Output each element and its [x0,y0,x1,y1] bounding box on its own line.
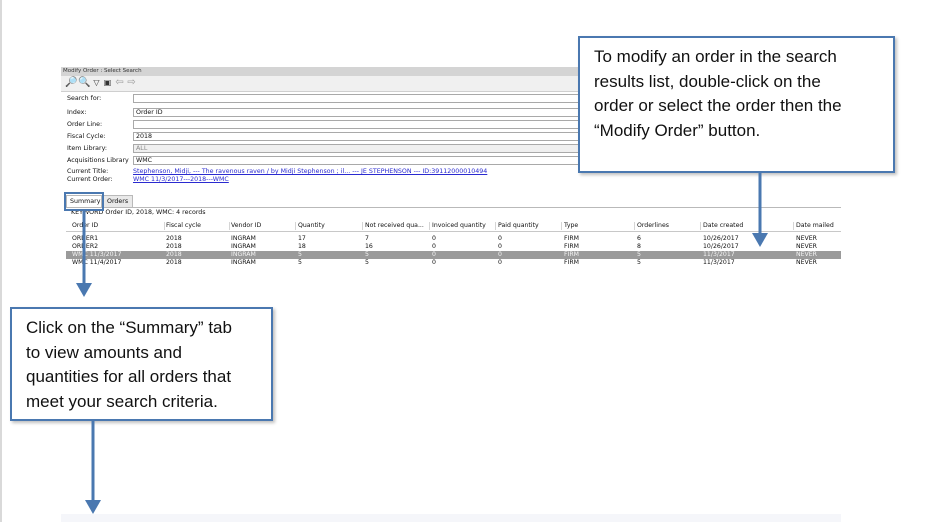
callout-line: to view amounts and [26,342,182,362]
cell-date-created: 10/26/2017 [703,243,739,250]
cell-type: FIRM [564,259,580,266]
table-row-selected[interactable]: WMC 11/3/2017 2018 INGRAM 5 5 0 0 FIRM 5… [66,251,841,259]
fiscal-cycle-input[interactable]: 2018 [133,132,593,141]
index-select[interactable]: Order ID [133,108,593,117]
tab-orders[interactable]: Orders [103,195,133,207]
cell-order-id: ORDER2 [72,243,99,250]
results-table: Order ID Fiscal cycle Vendor ID Quantity… [66,220,841,280]
cell-fiscal-cycle: 2018 [166,243,182,250]
header-vendor-id[interactable]: Vendor ID [231,220,261,231]
cell-not-received: 7 [365,235,369,242]
cell-orderlines: 5 [637,259,641,266]
cell-date-created: 10/26/2017 [703,235,739,242]
cell-invoiced: 0 [432,243,436,250]
cell-order-id: WMC 11/4/2017 [72,259,122,266]
cell-fiscal-cycle: 2018 [166,235,182,242]
cell-quantity: 5 [298,259,302,266]
page-left-rule [0,0,2,522]
acq-library-select[interactable]: WMC [133,156,593,165]
acq-library-label: Acquisitions Library [67,157,129,164]
header-quantity[interactable]: Quantity [298,220,325,231]
cell-invoiced: 0 [432,235,436,242]
callout-summary-tab: Click on the “Summary” tab to view amoun… [10,307,273,421]
forward-arrow-icon[interactable]: ⇨ [126,77,137,89]
cell-quantity: 5 [298,251,302,258]
cell-orderlines: 6 [637,235,641,242]
current-order-link[interactable]: WMC 11/3/2017---2018---WMC [133,175,229,185]
header-date-mailed[interactable]: Date mailed [796,220,834,231]
cell-vendor-id: INGRAM [231,243,256,250]
table-row[interactable]: ORDER2 2018 INGRAM 18 16 0 0 FIRM 8 10/2… [66,243,841,251]
cell-quantity: 17 [298,235,306,242]
cell-date-mailed: NEVER [796,259,817,266]
callout-line: results list, double-click on the [594,71,821,91]
callout-line: To modify an order in the search [594,47,837,66]
table-row[interactable]: WMC 11/4/2017 2018 INGRAM 5 5 0 0 FIRM 5… [66,259,841,267]
table-header: Order ID Fiscal cycle Vendor ID Quantity… [66,220,841,232]
callout-line: “Modify Order” button. [594,120,761,140]
binoculars-icon[interactable]: 🔎 [65,77,77,89]
header-paid-quantity[interactable]: Paid quantity [498,220,539,231]
index-label: Index: [67,109,87,116]
cell-date-mailed: NEVER [796,235,817,242]
header-fiscal-cycle[interactable]: Fiscal cycle [166,220,201,231]
cell-invoiced: 0 [432,259,436,266]
cell-type: FIRM [564,235,580,242]
cell-fiscal-cycle: 2018 [166,259,182,266]
cell-date-created: 11/3/2017 [703,259,735,266]
cell-paid: 0 [498,235,502,242]
cell-vendor-id: INGRAM [231,259,256,266]
summary-tab-highlight [64,192,104,211]
cell-type: FIRM [564,243,580,250]
next-screenshot-edge [61,514,841,522]
filter-icon[interactable]: ▽ [91,77,102,89]
cell-paid: 0 [498,259,502,266]
cell-paid: 0 [498,251,502,258]
cell-not-received: 5 [365,251,369,258]
copy-icon[interactable]: ▣ [102,77,113,89]
cell-type: FIRM [564,251,580,258]
cell-quantity: 18 [298,243,306,250]
cell-paid: 0 [498,243,502,250]
header-not-received[interactable]: Not received qua... [365,220,427,231]
search-for-label: Search for: [67,95,102,102]
cell-date-created: 11/3/2017 [703,251,735,258]
callout-modify-order: To modify an order in the search results… [578,36,895,173]
callout-line: quantities for all orders that [26,367,232,386]
cell-fiscal-cycle: 2018 [166,251,182,258]
cell-order-id: ORDER1 [72,235,99,242]
arrow-to-next-page [85,421,101,514]
current-order-label: Current Order: [67,176,113,183]
cell-vendor-id: INGRAM [231,251,256,258]
search-for-input[interactable] [133,94,593,103]
cell-order-id: WMC 11/3/2017 [72,251,122,258]
header-orderlines[interactable]: Orderlines [637,220,669,231]
fiscal-cycle-label: Fiscal Cycle: [67,133,106,140]
table-row[interactable]: ORDER1 2018 INGRAM 17 7 0 0 FIRM 6 10/26… [66,235,841,243]
cell-not-received: 16 [365,243,373,250]
search-icon[interactable]: 🔍 [78,77,90,89]
callout-line: order or select the order then the [594,96,842,115]
cell-invoiced: 0 [432,251,436,258]
header-date-created[interactable]: Date created [703,220,743,231]
back-arrow-icon[interactable]: ⇦ [114,77,125,89]
cell-orderlines: 8 [637,243,641,250]
item-library-select[interactable]: ALL [133,144,593,153]
cell-vendor-id: INGRAM [231,235,256,242]
cell-date-mailed: NEVER [796,251,817,258]
cell-orderlines: 5 [637,251,641,258]
order-line-input[interactable] [133,120,593,129]
callout-line: Click on the “Summary” tab [26,318,232,337]
item-library-label: Item Library: [67,145,108,152]
cell-not-received: 5 [365,259,369,266]
order-line-label: Order Line: [67,121,103,128]
cell-date-mailed: NEVER [796,243,817,250]
callout-line: meet your search criteria. [26,391,218,411]
header-type[interactable]: Type [564,220,578,231]
header-invoiced-quantity[interactable]: Invoiced quantity [432,220,486,231]
header-order-id[interactable]: Order ID [72,220,98,231]
